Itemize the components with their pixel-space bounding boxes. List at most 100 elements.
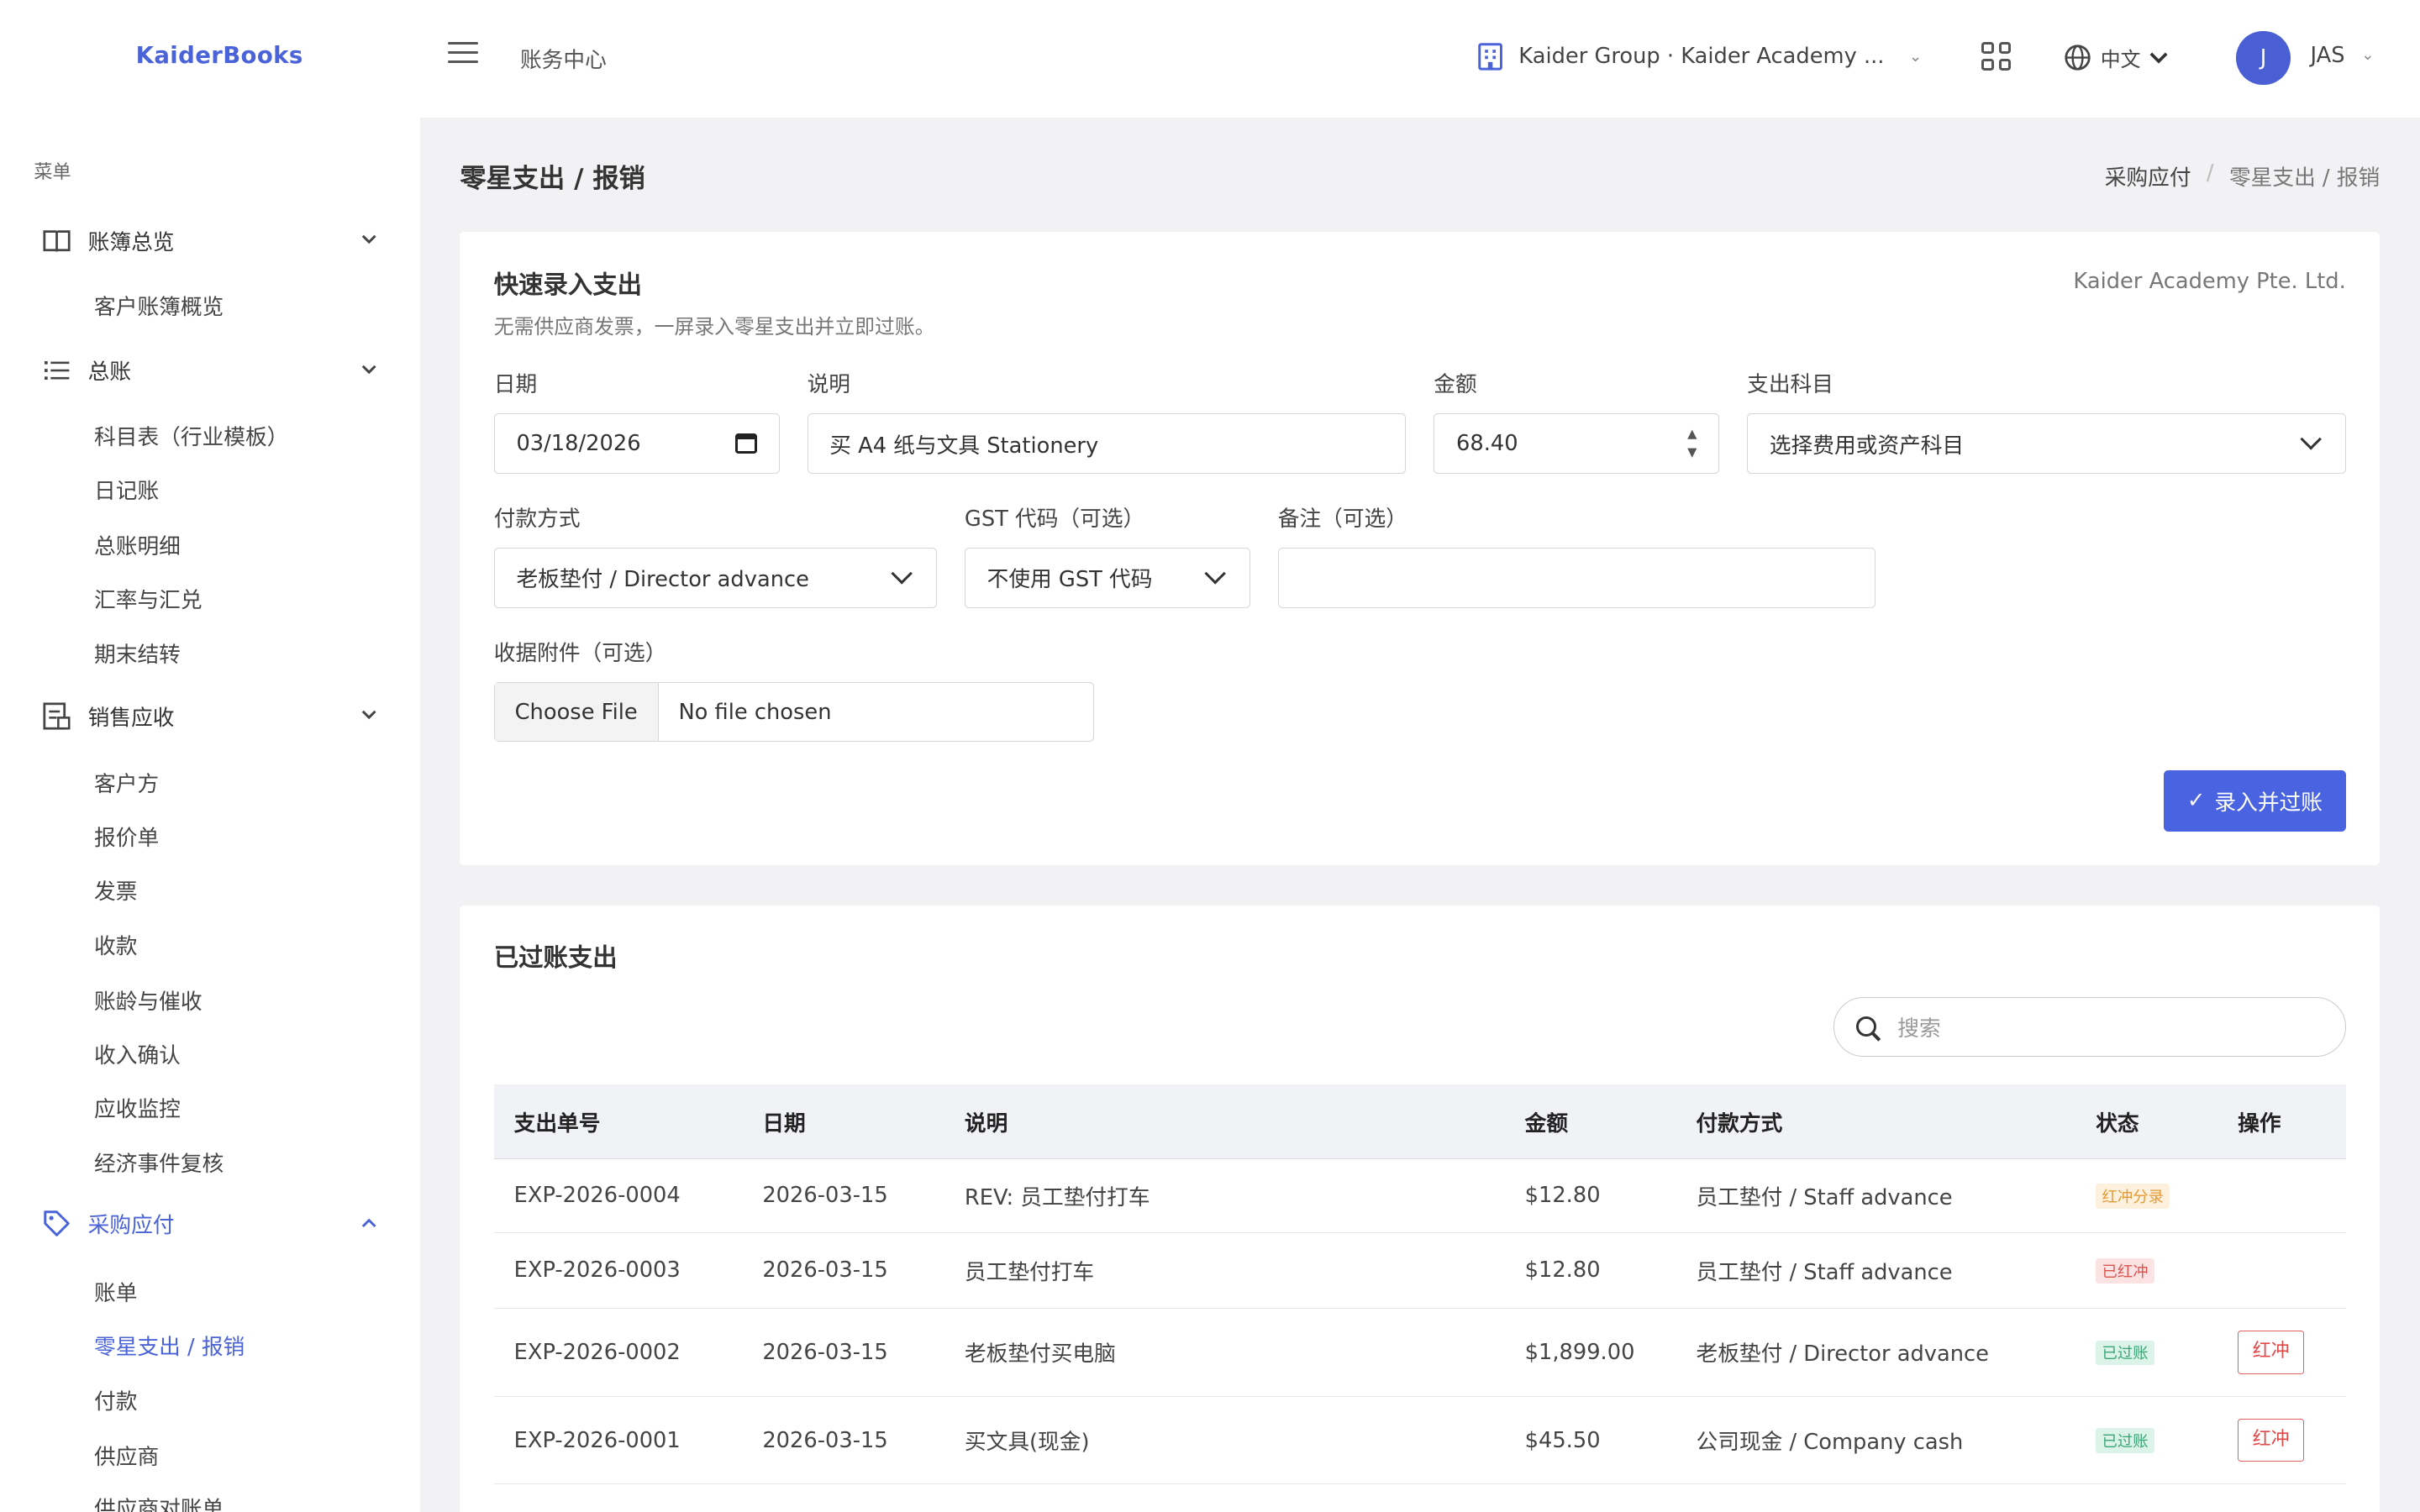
sidebar-item-invoices[interactable]: 发票 [94, 874, 137, 906]
breadcrumb-separator: / [2206, 160, 2214, 186]
table-row[interactable]: EXP-2026-0003 2026-03-15 员工垫付打车 $12.80 员… [493, 1232, 2346, 1309]
action-cell [2217, 1232, 2346, 1309]
sidebar-item-period-close[interactable]: 期末结转 [94, 638, 181, 669]
reverse-button[interactable]: 红冲 [2238, 1331, 2305, 1374]
date-input[interactable]: 03/18/2026 [493, 413, 780, 474]
action-cell: 红冲 [2217, 1396, 2346, 1485]
date-value: 03/18/2026 [516, 431, 641, 457]
language-label: 中文 [2100, 48, 2141, 72]
chevron-down-icon [361, 361, 376, 379]
expense-date: 2026-03-15 [742, 1158, 945, 1233]
reverse-button[interactable]: 红冲 [2238, 1418, 2305, 1462]
language-switcher[interactable]: 中文 [2064, 43, 2169, 72]
sidebar-item-customers[interactable]: 客户方 [94, 767, 159, 798]
menu-heading: 菜单 [34, 162, 71, 184]
sidebar-item-quotes[interactable]: 报价单 [94, 821, 159, 852]
gst-select[interactable]: 不使用 GST 代码 [964, 548, 1250, 608]
sidebar-section-general-ledger[interactable]: 总账 [43, 354, 376, 386]
amount-value: 68.40 [1455, 431, 1518, 457]
status-badge: 已过账 [2096, 1428, 2154, 1453]
sidebar-item-fx[interactable]: 汇率与汇兑 [94, 583, 203, 614]
gst-label: GST 代码（可选） [964, 506, 1145, 532]
sidebar-section-purchasing[interactable]: 采购应付 [43, 1208, 376, 1239]
expense-description: 买文具(现金) [944, 1396, 1505, 1485]
sidebar: 菜单 账簿总览 客户账簿概览 总账 科目表（行业模板） 日记账 总账明细 汇率与… [0, 117, 420, 1512]
card-subtitle: 无需供应商发票，一屏录入零星支出并立即过账。 [493, 315, 935, 339]
table-row[interactable]: EXP-2026-0001 2026-03-15 买文具(现金) $45.50 … [493, 1396, 2346, 1485]
org-switcher[interactable]: Kaider Group · Kaider Academy ... ⌄ [1477, 42, 1923, 71]
sidebar-item-ar-monitor[interactable]: 应收监控 [94, 1092, 181, 1123]
search-input[interactable]: 搜索 [1897, 1011, 1940, 1042]
user-name[interactable]: JAS [2311, 43, 2345, 68]
search-box[interactable]: 搜索 [1833, 996, 2346, 1058]
sidebar-item-bills[interactable]: 账单 [94, 1276, 137, 1307]
expense-description: 老板垫付买电脑 [944, 1308, 1505, 1397]
gst-value: 不使用 GST 代码 [986, 567, 1153, 593]
sidebar-item-gl-detail[interactable]: 总账明细 [94, 529, 181, 560]
book-icon [43, 227, 71, 255]
sidebar-section-label: 总账 [87, 360, 132, 386]
sidebar-item-payments[interactable]: 付款 [94, 1384, 137, 1415]
table-row[interactable]: EXP-2026-0002 2026-03-15 老板垫付买电脑 $1,899.… [493, 1308, 2346, 1397]
status-cell: 已过账 [2075, 1396, 2218, 1485]
breadcrumb-link[interactable]: 采购应付 [2105, 160, 2191, 192]
quick-entry-card: 快速录入支出 无需供应商发票，一屏录入零星支出并立即过账。 Kaider Aca… [460, 231, 2381, 866]
chevron-down-icon: ⌄ [1908, 47, 1923, 66]
sidebar-item-event-review[interactable]: 经济事件复核 [94, 1147, 224, 1178]
chevron-down-icon[interactable]: ⌄ [2361, 46, 2374, 64]
brand-logo[interactable]: KaiderBooks [136, 42, 303, 69]
chevron-up-icon [361, 1215, 376, 1232]
sidebar-section-label: 销售应收 [87, 705, 175, 731]
expense-payment: 老板垫付 / Director advance [1676, 1308, 2076, 1397]
sidebar-section-sales[interactable]: 销售应收 [43, 701, 376, 732]
chevron-down-icon [891, 563, 913, 585]
status-badge: 已红冲 [2096, 1258, 2154, 1284]
column-header: 日期 [742, 1084, 945, 1159]
attachment-file-input[interactable]: Choose File No file chosen [493, 681, 1095, 743]
payment-method-select[interactable]: 老板垫付 / Director advance [493, 548, 937, 608]
avatar[interactable]: J [2236, 30, 2291, 85]
sidebar-item-chart-of-accounts[interactable]: 科目表（行业模板） [94, 420, 288, 451]
expense-payment: 员工垫付 / Staff advance [1676, 1232, 2076, 1309]
sidebar-item-client-ledgers[interactable]: 客户账簿概览 [94, 290, 224, 321]
sidebar-item-revenue-recognition[interactable]: 收入确认 [94, 1038, 181, 1069]
card-title: 快速录入支出 [493, 270, 642, 299]
expense-payment: 公司现金 / Company cash [1676, 1396, 2076, 1485]
sidebar-item-petty-expenses[interactable]: 零星支出 / 报销 [94, 1330, 245, 1361]
number-spinner-icon[interactable]: ▲ ▼ [1687, 428, 1697, 459]
company-name: Kaider Academy Pte. Ltd. [2073, 268, 2346, 294]
expense-description: 员工垫付打车 [944, 1232, 1505, 1309]
choose-file-button[interactable]: Choose File [494, 682, 659, 742]
file-status: No file chosen [678, 699, 832, 725]
sidebar-item-journal[interactable]: 日记账 [94, 474, 159, 505]
description-value: 买 A4 纸与文具 Stationery [829, 433, 1099, 459]
expense-date: 2026-03-15 [742, 1396, 945, 1485]
top-bar: KaiderBooks 账务中心 Kaider Group · Kaider A… [0, 0, 2420, 118]
chevron-down-icon [361, 232, 376, 249]
action-cell [2217, 1158, 2346, 1233]
menu-toggle-icon[interactable] [447, 41, 479, 70]
invoice-icon [43, 702, 71, 730]
apps-grid-icon[interactable] [1981, 41, 2012, 71]
sidebar-item-aging[interactable]: 账龄与催收 [94, 984, 203, 1016]
sidebar-section-ledger-overview[interactable]: 账簿总览 [43, 225, 376, 256]
sidebar-item-suppliers[interactable]: 供应商 [94, 1440, 159, 1471]
breadcrumb: 采购应付 / 零星支出 / 报销 [2105, 160, 2380, 192]
table-row[interactable]: EXP-2026-0004 2026-03-15 REV: 员工垫付打车 $12… [493, 1158, 2346, 1233]
amount-input[interactable]: 68.40 ▲ ▼ [1434, 413, 1720, 474]
sidebar-item-receipts[interactable]: 收款 [94, 929, 137, 960]
column-header: 金额 [1504, 1084, 1676, 1159]
calendar-icon[interactable] [735, 433, 757, 454]
account-select[interactable]: 选择费用或资产科目 [1747, 413, 2346, 474]
status-cell: 红冲分录 [2075, 1158, 2218, 1233]
post-expense-button[interactable]: ✓ 录入并过账 [2164, 769, 2346, 832]
globe-icon [2065, 45, 2091, 71]
action-cell: 红冲 [2217, 1308, 2346, 1397]
org-name: Kaider Group · Kaider Academy ... [1518, 44, 1885, 70]
note-input[interactable] [1277, 548, 1876, 608]
account-value: 选择费用或资产科目 [1769, 433, 1965, 459]
expense-id: EXP-2026-0003 [493, 1232, 743, 1309]
table-header-row: 支出单号 日期 说明 金额 付款方式 状态 操作 [493, 1084, 2346, 1159]
sidebar-item-supplier-statements[interactable]: 供应商对账单 [94, 1492, 224, 1512]
description-input[interactable]: 买 A4 纸与文具 Stationery [807, 413, 1407, 474]
